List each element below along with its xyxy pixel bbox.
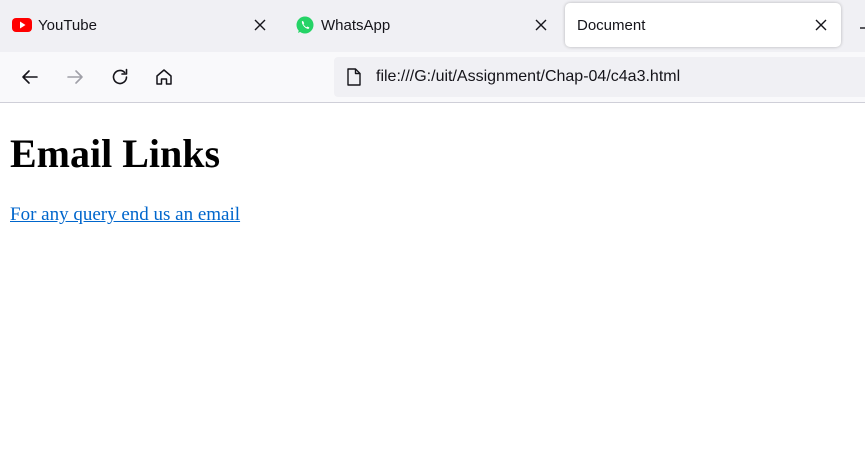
tab-document[interactable]: Document (565, 3, 841, 47)
youtube-icon (12, 15, 32, 35)
tab-title: Document (577, 16, 646, 34)
email-link[interactable]: For any query end us an email (10, 204, 240, 226)
url-text[interactable]: file:///G:/uit/Assignment/Chap-04/c4a3.h… (376, 68, 680, 86)
page-heading: Email Links (10, 131, 221, 176)
close-tab-icon[interactable] (811, 15, 831, 35)
whatsapp-icon (295, 15, 315, 35)
tab-whatsapp[interactable]: WhatsApp (283, 3, 561, 47)
forward-arrow-icon[interactable] (62, 64, 88, 90)
page-content: Email Links For any query end us an emai… (0, 103, 865, 471)
close-tab-icon[interactable] (531, 15, 551, 35)
tab-title: WhatsApp (321, 16, 391, 34)
navigation-toolbar: file:///G:/uit/Assignment/Chap-04/c4a3.h… (0, 52, 865, 103)
tab-strip: YouTube WhatsApp Document (0, 0, 865, 52)
tab-youtube[interactable]: YouTube (0, 3, 280, 47)
tab-title: YouTube (38, 16, 97, 34)
back-arrow-icon[interactable] (17, 64, 43, 90)
browser-window: YouTube WhatsApp Document file:///G:/uit… (0, 0, 865, 471)
close-tab-icon[interactable] (250, 15, 270, 35)
new-tab-icon[interactable] (855, 18, 865, 38)
home-icon[interactable] (151, 64, 177, 90)
reload-icon[interactable] (107, 64, 133, 90)
address-bar[interactable]: file:///G:/uit/Assignment/Chap-04/c4a3.h… (334, 57, 865, 97)
document-icon (344, 67, 364, 87)
